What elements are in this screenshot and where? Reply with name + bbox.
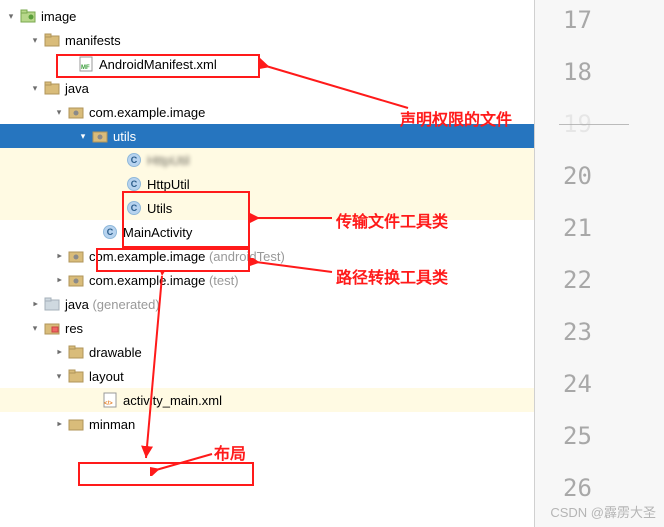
class-icon: C	[126, 152, 142, 168]
folder-icon	[44, 80, 60, 96]
package-icon	[68, 272, 84, 288]
tree-item-res[interactable]: ▾ res	[0, 316, 534, 340]
line-number: 19	[535, 110, 664, 162]
tree-item-java[interactable]: ▾ java	[0, 76, 534, 100]
line-number: 18	[535, 58, 664, 110]
chevron-down-icon[interactable]: ▾	[28, 321, 42, 335]
tree-label: com.example.image (androidTest)	[89, 249, 285, 264]
tree-label: com.example.image (test)	[89, 273, 239, 288]
xml-file-icon: </>	[102, 392, 118, 408]
line-number: 22	[535, 266, 664, 318]
folder-icon	[68, 368, 84, 384]
tree-label: HttpUtil	[147, 153, 190, 168]
line-number: 25	[535, 422, 664, 474]
tree-item-class-blurred[interactable]: ▾ C HttpUtil	[0, 148, 534, 172]
tree-item-layout[interactable]: ▾ layout	[0, 364, 534, 388]
tree-label: Utils	[147, 201, 172, 216]
tree-label: AndroidManifest.xml	[99, 57, 217, 72]
annotation-layout: 布局	[214, 440, 246, 464]
chevron-right-icon[interactable]: ▾	[52, 249, 66, 263]
tree-label: java (generated)	[65, 297, 160, 312]
chevron-down-icon[interactable]: ▾	[52, 369, 66, 383]
tree-label: activity_main.xml	[123, 393, 222, 408]
tree-label: minman	[89, 417, 135, 432]
tree-item-androidmanifest[interactable]: ▾ MF AndroidManifest.xml	[0, 52, 534, 76]
tree-item-httputil[interactable]: ▾ C HttpUtil	[0, 172, 534, 196]
tree-item-mainactivity[interactable]: ▾ C MainActivity	[0, 220, 534, 244]
package-icon	[92, 128, 108, 144]
line-number: 21	[535, 214, 664, 266]
tree-label: image	[41, 9, 76, 24]
folder-icon	[68, 416, 84, 432]
tree-label: layout	[89, 369, 124, 384]
chevron-down-icon[interactable]: ▾	[76, 129, 90, 143]
svg-text:</>: </>	[104, 401, 113, 407]
tree-item-drawable[interactable]: ▾ drawable	[0, 340, 534, 364]
svg-text:MF: MF	[81, 65, 90, 71]
tree-item-java-generated[interactable]: ▾ java (generated)	[0, 292, 534, 316]
chevron-down-icon[interactable]: ▾	[28, 33, 42, 47]
tree-item-utils[interactable]: ▾ utils	[0, 124, 534, 148]
tree-label: HttpUtil	[147, 177, 190, 192]
chevron-down-icon[interactable]: ▾	[52, 105, 66, 119]
watermark: CSDN @霹雳大圣	[550, 502, 656, 521]
line-number: 20	[535, 162, 664, 214]
folder-icon	[68, 344, 84, 360]
chevron-right-icon[interactable]: ▾	[28, 297, 42, 311]
class-icon: C	[102, 224, 118, 240]
highlight-box-activitymain	[78, 462, 254, 486]
tree-label: MainActivity	[123, 225, 192, 240]
tree-item-pkg-androidtest[interactable]: ▾ com.example.image (androidTest)	[0, 244, 534, 268]
chevron-down-icon[interactable]: ▾	[4, 9, 18, 23]
tree-label: com.example.image	[89, 105, 205, 120]
class-icon: C	[126, 200, 142, 216]
tree-label: res	[65, 321, 83, 336]
chevron-right-icon[interactable]: ▾	[52, 417, 66, 431]
line-number: 17	[535, 6, 664, 58]
line-number-gutter: 17 18 19 20 21 22 23 24 25 26	[534, 0, 664, 527]
chevron-down-icon[interactable]: ▾	[28, 81, 42, 95]
chevron-right-icon[interactable]: ▾	[52, 273, 66, 287]
tree-label: utils	[113, 129, 136, 144]
tree-item-pkg-main[interactable]: ▾ com.example.image	[0, 100, 534, 124]
tree-label: drawable	[89, 345, 142, 360]
module-folder-icon	[20, 8, 36, 24]
tree-label: manifests	[65, 33, 121, 48]
res-folder-icon	[44, 320, 60, 336]
folder-icon	[44, 32, 60, 48]
tree-item-utils-class[interactable]: ▾ C Utils	[0, 196, 534, 220]
tree-item-activity-main[interactable]: ▾ </> activity_main.xml	[0, 388, 534, 412]
package-icon	[68, 104, 84, 120]
tree-label: java	[65, 81, 89, 96]
line-number: 24	[535, 370, 664, 422]
chevron-right-icon[interactable]: ▾	[52, 345, 66, 359]
line-number: 23	[535, 318, 664, 370]
tree-item-image[interactable]: ▾ image	[0, 4, 534, 28]
class-icon: C	[126, 176, 142, 192]
folder-icon	[44, 296, 60, 312]
tree-item-pkg-test[interactable]: ▾ com.example.image (test)	[0, 268, 534, 292]
tree-item-minman[interactable]: ▾ minman	[0, 412, 534, 436]
arrow-icon	[150, 452, 220, 476]
package-icon	[68, 248, 84, 264]
project-tree[interactable]: ▾ image ▾ manifests ▾ MF AndroidManifest…	[0, 0, 534, 527]
tree-item-manifests[interactable]: ▾ manifests	[0, 28, 534, 52]
xml-file-icon: MF	[78, 56, 94, 72]
